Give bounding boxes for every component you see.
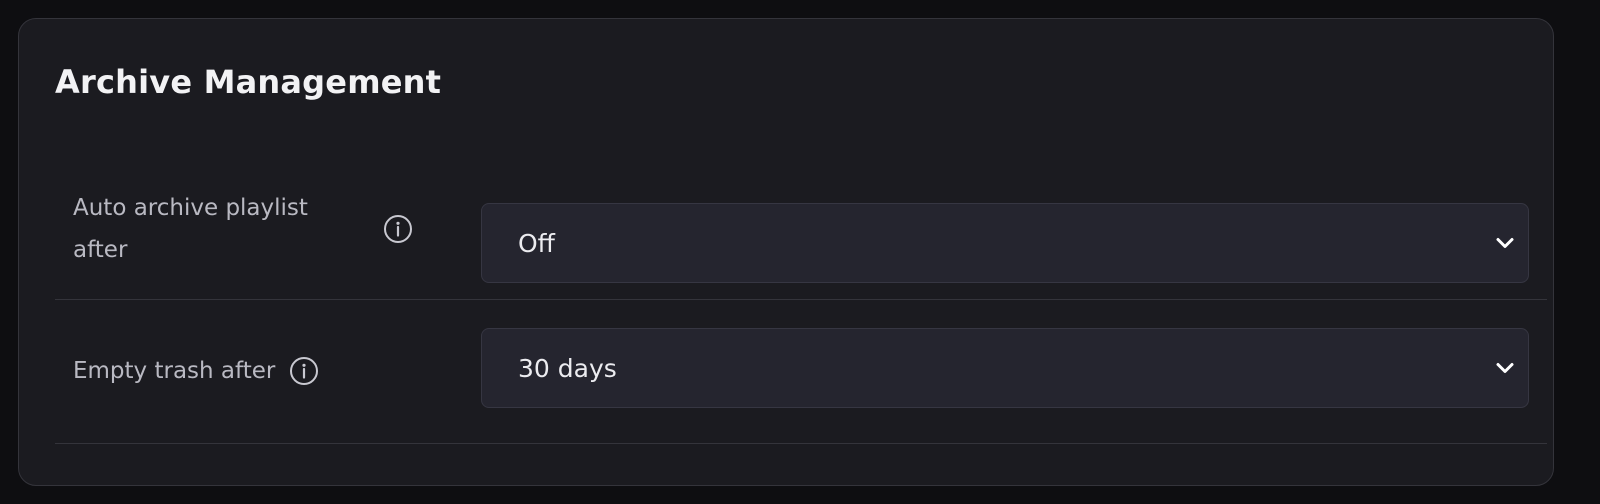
panel-title: Archive Management [55,63,442,101]
info-icon[interactable] [383,214,413,244]
info-icon[interactable] [289,356,319,386]
chevron-down-icon [1496,363,1514,373]
auto-archive-select[interactable]: Off [481,203,1529,283]
empty-trash-select[interactable]: 30 days [481,328,1529,408]
empty-trash-label: Empty trash after [73,358,276,384]
setting-row-auto-archive: Auto archive playlist after Off [55,159,1547,300]
setting-row-empty-trash: Empty trash after 30 days [55,299,1547,444]
archive-management-panel: Archive Management Auto archive playlist… [18,18,1554,486]
auto-archive-label: Auto archive playlist after [73,195,308,263]
empty-trash-selected-value: 30 days [518,353,617,383]
setting-label-group: Empty trash after [73,299,433,443]
auto-archive-selected-value: Off [518,228,555,258]
chevron-down-icon [1496,238,1514,248]
setting-label-group: Auto archive playlist after [73,159,433,299]
